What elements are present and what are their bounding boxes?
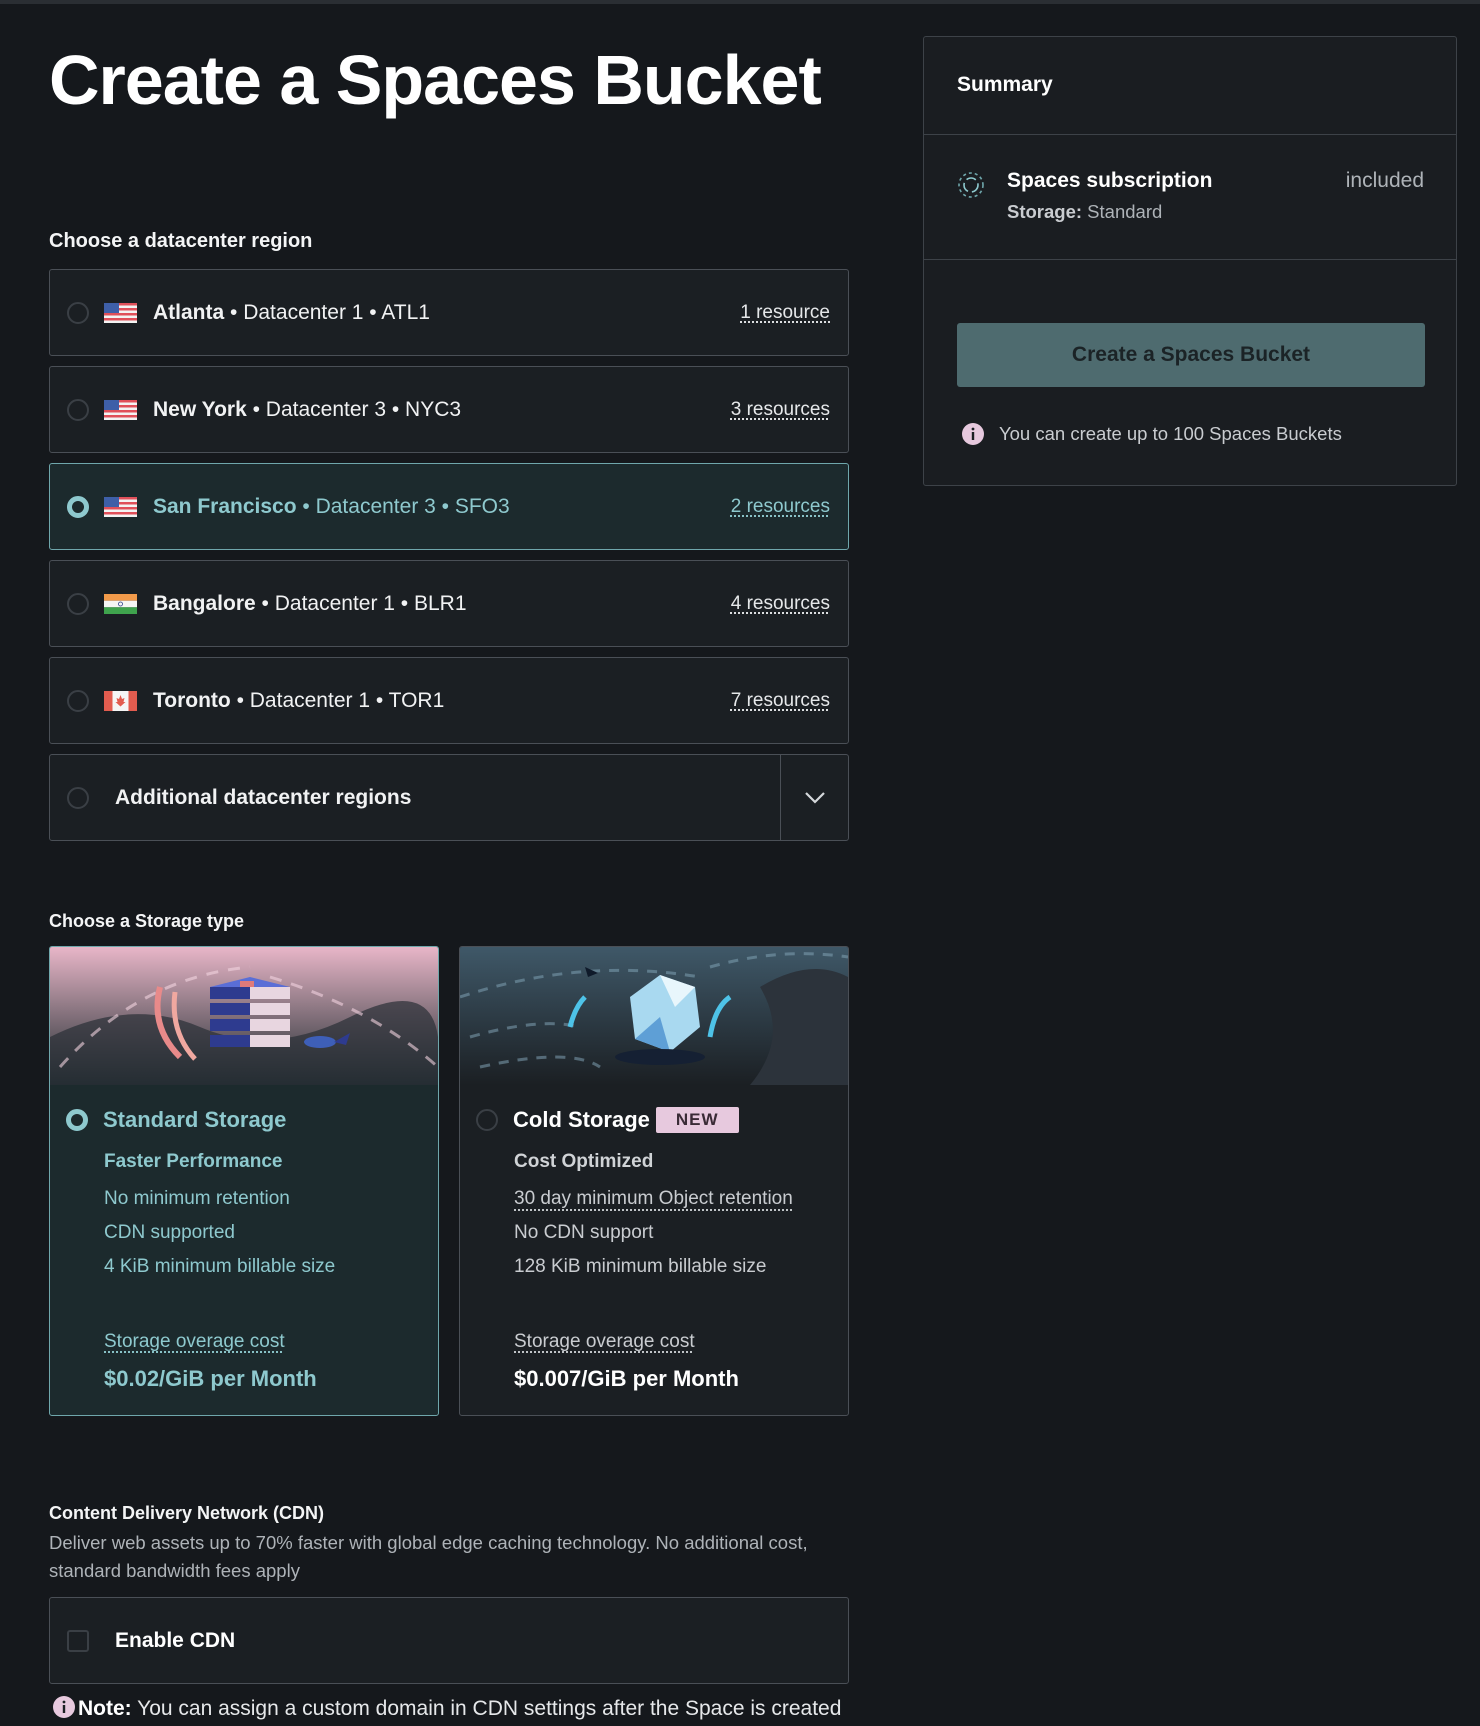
chevron-down-icon: [804, 791, 826, 805]
cold-feature: No CDN support: [514, 1216, 848, 1250]
standard-feature: No minimum retention: [104, 1182, 438, 1216]
region-option-tor1[interactable]: Toronto • Datacenter 1 • TOR1 7 resource…: [49, 657, 849, 744]
region-resources-link[interactable]: 7 resources: [731, 690, 830, 712]
standard-storage-header: Standard Storage: [50, 1085, 438, 1133]
region-list: Atlanta • Datacenter 1 • ATL1 1 resource…: [49, 269, 849, 841]
standard-storage-illustration: [50, 947, 438, 1085]
bucket-limit-info: You can create up to 100 Spaces Buckets: [961, 422, 1342, 446]
region-resources-link[interactable]: 3 resources: [731, 399, 830, 421]
region-resources-link[interactable]: 1 resource: [740, 302, 830, 324]
standard-overage-label[interactable]: Storage overage cost: [104, 1331, 285, 1353]
region-detail: • Datacenter 1 • TOR1: [231, 689, 445, 712]
region-option-blr1[interactable]: Bangalore • Datacenter 1 • BLR1 4 resour…: [49, 560, 849, 647]
summary-title: Summary: [924, 37, 1456, 135]
region-label: Bangalore • Datacenter 1 • BLR1: [153, 592, 731, 616]
region-radio[interactable]: [67, 399, 89, 421]
enable-cdn-label: Enable CDN: [115, 1629, 235, 1653]
standard-feature: CDN supported: [104, 1216, 438, 1250]
storage-radio[interactable]: [476, 1109, 498, 1131]
cold-storage-header: Cold Storage NEW: [460, 1085, 848, 1133]
region-city: Atlanta: [153, 301, 224, 324]
storage-option-cold[interactable]: Cold Storage NEW Cost Optimized 30 day m…: [459, 946, 849, 1416]
us-flag-icon: [104, 303, 137, 323]
note-label: Note:: [78, 1697, 132, 1720]
region-radio-selected[interactable]: [67, 496, 89, 518]
bucket-limit-text: You can create up to 100 Spaces Buckets: [999, 423, 1342, 445]
region-option-nyc3[interactable]: New York • Datacenter 3 • NYC3 3 resourc…: [49, 366, 849, 453]
top-border: [0, 0, 1480, 4]
region-city: New York: [153, 398, 247, 421]
region-radio[interactable]: [67, 787, 89, 809]
enable-cdn-option[interactable]: Enable CDN: [49, 1597, 849, 1684]
region-city: San Francisco: [153, 495, 297, 518]
cold-storage-name: Cold Storage: [513, 1107, 650, 1133]
cold-price: $0.007/GiB per Month: [514, 1366, 739, 1392]
summary-panel: Summary Spaces subscription Storage: Sta…: [923, 36, 1457, 486]
region-label: Atlanta • Datacenter 1 • ATL1: [153, 301, 740, 325]
region-city: Toronto: [153, 689, 231, 712]
region-section-title: Choose a datacenter region: [49, 230, 849, 253]
new-badge: NEW: [656, 1107, 739, 1133]
enable-cdn-checkbox[interactable]: [67, 1630, 89, 1652]
region-detail: • Datacenter 3 • NYC3: [247, 398, 461, 421]
cold-feature-retention[interactable]: 30 day minimum Object retention: [514, 1182, 848, 1216]
region-label: San Francisco • Datacenter 3 • SFO3: [153, 495, 731, 519]
additional-regions-label: Additional datacenter regions: [115, 786, 780, 810]
cold-feature: 128 KiB minimum billable size: [514, 1250, 848, 1284]
standard-storage-subtitle: Faster Performance: [104, 1151, 438, 1173]
region-option-additional[interactable]: Additional datacenter regions: [49, 754, 849, 841]
region-detail: • Datacenter 3 • SFO3: [297, 495, 510, 518]
canada-flag-icon: [104, 691, 137, 711]
storage-type-options: Standard Storage Faster Performance No m…: [49, 946, 849, 1416]
storage-option-standard[interactable]: Standard Storage Faster Performance No m…: [49, 946, 439, 1416]
subscription-storage: Storage: Standard: [1007, 201, 1162, 223]
page-title: Create a Spaces Bucket: [49, 40, 849, 120]
summary-subscription-row: Spaces subscription Storage: Standard in…: [924, 135, 1456, 260]
storage-section-title: Choose a Storage type: [49, 911, 849, 932]
storage-label: Storage:: [1007, 201, 1082, 222]
subscription-name: Spaces subscription: [1007, 169, 1212, 193]
region-detail: • Datacenter 1 • ATL1: [224, 301, 430, 324]
region-radio[interactable]: [67, 302, 89, 324]
storage-value: Standard: [1082, 201, 1162, 222]
region-radio[interactable]: [67, 690, 89, 712]
region-detail: • Datacenter 1 • BLR1: [256, 592, 467, 615]
india-flag-icon: [104, 594, 137, 614]
us-flag-icon: [104, 497, 137, 517]
region-option-atl1[interactable]: Atlanta • Datacenter 1 • ATL1 1 resource: [49, 269, 849, 356]
region-label: Toronto • Datacenter 1 • TOR1: [153, 689, 731, 713]
region-label: New York • Datacenter 3 • NYC3: [153, 398, 731, 422]
us-flag-icon: [104, 400, 137, 420]
create-bucket-button[interactable]: Create a Spaces Bucket: [957, 323, 1425, 387]
subscription-price: included: [1346, 169, 1424, 193]
cold-storage-details: Cost Optimized 30 day minimum Object ret…: [460, 1133, 848, 1284]
spaces-icon: [957, 171, 985, 199]
region-radio[interactable]: [67, 593, 89, 615]
region-resources-link[interactable]: 4 resources: [731, 593, 830, 615]
expand-regions-button[interactable]: [780, 755, 848, 840]
region-option-sfo3[interactable]: San Francisco • Datacenter 3 • SFO3 2 re…: [49, 463, 849, 550]
main-content: Create a Spaces Bucket Choose a datacent…: [49, 40, 849, 1726]
cold-overage-label[interactable]: Storage overage cost: [514, 1331, 695, 1353]
cdn-section-title: Content Delivery Network (CDN): [49, 1503, 849, 1524]
cdn-note: Note: You can assign a custom domain in …: [49, 1692, 849, 1726]
cdn-description: Deliver web assets up to 70% faster with…: [49, 1529, 849, 1585]
info-icon: [961, 422, 985, 446]
info-icon: [52, 1695, 76, 1719]
standard-price: $0.02/GiB per Month: [104, 1366, 317, 1392]
note-text: You can assign a custom domain in CDN se…: [132, 1697, 842, 1720]
standard-storage-name: Standard Storage: [103, 1107, 286, 1133]
cold-storage-subtitle: Cost Optimized: [514, 1151, 848, 1173]
region-resources-link[interactable]: 2 resources: [731, 496, 830, 518]
standard-feature: 4 KiB minimum billable size: [104, 1250, 438, 1284]
storage-radio-selected[interactable]: [66, 1109, 88, 1131]
standard-storage-details: Faster Performance No minimum retention …: [50, 1133, 438, 1284]
region-city: Bangalore: [153, 592, 256, 615]
cold-storage-illustration: [460, 947, 848, 1085]
